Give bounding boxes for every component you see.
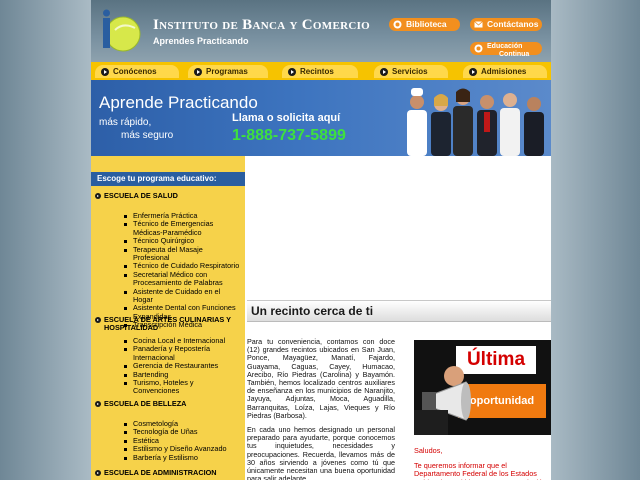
school-section: Escuela de Salud Enfermería Práctica Téc… (91, 192, 245, 330)
continuing-education-label: Educación Continua (487, 43, 530, 58)
banner-title: Aprende Practicando (99, 93, 258, 112)
contact-link[interactable]: Contáctanos (470, 18, 542, 31)
circle-bullet-icon (474, 44, 483, 53)
program-list: Enfermería Práctica Técnico de Emergenci… (91, 211, 245, 330)
biblioteca-link[interactable]: Biblioteca (389, 18, 460, 31)
banner-line-1: más rápido, (99, 117, 152, 128)
program-link[interactable]: Asistente de Cuidado en el Hogar (91, 287, 245, 305)
paragraph: Para tu conveniencia, contamos con doce … (247, 337, 395, 420)
promo-greeting: Saludos, (414, 446, 443, 455)
campus-description: Para tu conveniencia, contamos con doce … (247, 337, 395, 480)
program-link[interactable]: Tecnología de Uñas (91, 427, 245, 436)
contact-label: Contáctanos (487, 19, 539, 29)
promo-image[interactable]: Última oportunidad (414, 340, 551, 435)
sidebar-header: Escoge tu programa educativo: (91, 172, 245, 186)
nav-conocenos[interactable]: Conócenos (95, 65, 179, 78)
program-list: Cosmetología Tecnología de Uñas Estética… (91, 419, 245, 462)
megaphone-icon (414, 366, 471, 435)
program-link[interactable]: Panadería y Repostería Internacional (91, 345, 245, 362)
program-link[interactable]: Barbería y Estilismo (91, 453, 245, 462)
circle-bullet-icon (393, 20, 402, 29)
school-title[interactable]: Escuela de Belleza (91, 400, 245, 408)
program-link[interactable]: Turismo, Hoteles y Convenciones (91, 378, 245, 396)
students-photo (407, 88, 544, 156)
institution-name: Instituto de Banca y Comercio (153, 17, 371, 33)
continuing-education-link[interactable]: Educación Continua (470, 42, 542, 58)
banner-phone[interactable]: 1-888-737-5899 (232, 127, 346, 145)
program-link[interactable]: Técnico de Emergencias Médicas-Paramédic… (91, 220, 245, 237)
banner-line-2: más seguro (121, 130, 174, 141)
arrow-right-icon (95, 401, 101, 407)
section-heading: Un recinto cerca de ti (247, 300, 551, 322)
envelope-icon (474, 21, 483, 28)
paragraph: En cada uno hemos designado un personal … (247, 425, 395, 480)
arrow-right-icon (380, 68, 388, 76)
program-sidebar: Escoge tu programa educativo: Escuela de… (91, 156, 245, 480)
nav-servicios[interactable]: Servicios (374, 65, 448, 78)
nav-admisiones[interactable]: Admisiones (463, 65, 547, 78)
logo-icon[interactable] (97, 8, 141, 52)
arrow-right-icon (101, 68, 109, 76)
program-link[interactable]: Terapeuta del Masaje Profesional (91, 245, 245, 263)
program-link[interactable]: Gerencia de Restaurantes (91, 361, 245, 370)
arrow-right-icon (95, 317, 101, 323)
site-header: Instituto de Banca y Comercio Aprendes P… (91, 0, 551, 62)
school-title[interactable]: Escuela de Artes Culinarias y Hospitalid… (91, 316, 245, 332)
school-section: Escuela de Artes Culinarias y Hospitalid… (91, 316, 245, 396)
school-title[interactable]: Escuela de Salud (91, 192, 245, 200)
program-link[interactable]: Secretarial Médico con Procesamiento de … (91, 270, 245, 288)
banner-call-to-action: Llama o solicita aquí (232, 112, 341, 124)
promo-body: Te queremos informar que el Departamento… (414, 461, 546, 480)
arrow-right-icon (95, 470, 101, 476)
tagline: Aprendes Practicando (153, 36, 249, 46)
school-section: Escuela de Belleza Cosmetología Tecnolog… (91, 400, 245, 462)
hero-banner[interactable]: Aprende Practicando más rápido, más segu… (91, 80, 551, 156)
nav-programas[interactable]: Programas (188, 65, 268, 78)
biblioteca-label: Biblioteca (406, 19, 447, 29)
program-list: Cocina Local e Internacional Panadería y… (91, 336, 245, 396)
arrow-right-icon (469, 68, 477, 76)
nav-recintos[interactable]: Recintos (282, 65, 358, 78)
arrow-right-icon (95, 193, 101, 199)
arrow-right-icon (194, 68, 202, 76)
arrow-right-icon (288, 68, 296, 76)
main-nav: Conócenos Programas Recintos Servicios A… (91, 62, 551, 80)
page: Instituto de Banca y Comercio Aprendes P… (91, 0, 551, 480)
school-title[interactable]: Escuela de Administracion (91, 469, 245, 477)
school-section: Escuela de Administracion (91, 469, 245, 477)
